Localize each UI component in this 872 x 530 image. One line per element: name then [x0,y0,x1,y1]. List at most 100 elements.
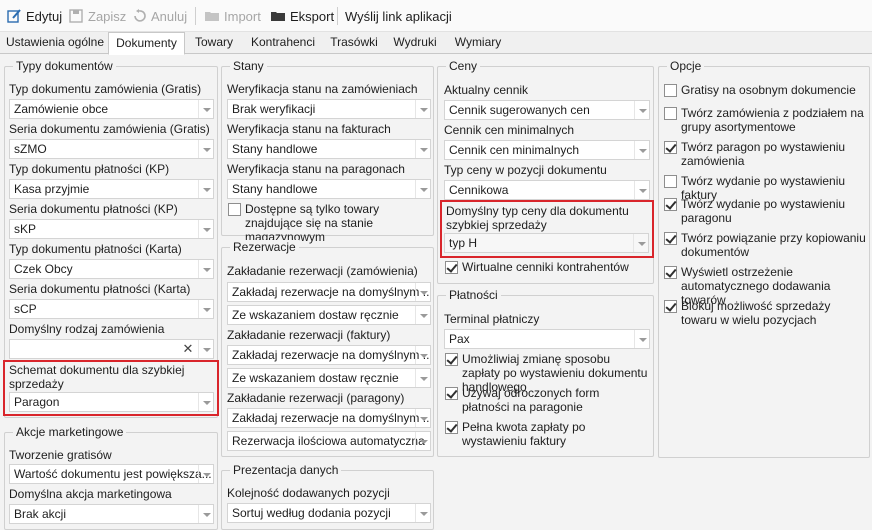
option-auto-add-warning-checkbox[interactable] [664,266,677,279]
chevron-down-icon [415,432,430,450]
stock-receipts-label: Weryfikacja stanu na paragonach [227,162,405,176]
default-order-kind-label: Domyślny rodzaj zamówienia [9,322,165,336]
order-type-label: Typ dokumentu zamówienia (Gratis) [9,82,202,96]
kp-series-select[interactable]: sKP [9,219,214,239]
stock-invoices-select[interactable]: Stany handlowe [227,139,431,159]
chevron-down-icon [415,180,430,198]
cancel-button[interactable]: Anuluj [131,0,187,32]
full-amount-label: Pełna kwota zapłaty po wystawieniu faktu… [462,420,586,448]
option-block-multiple-checkbox[interactable] [664,300,677,313]
card-type-label: Typ dokumentu płatności (Karta) [9,242,182,256]
group-title: Rezerwacje [230,240,299,254]
tab-dimensions[interactable]: Wymiary [448,32,508,54]
card-type-select[interactable]: Czek Obcy [9,259,214,279]
option-receipt-after-order-checkbox[interactable] [664,141,677,154]
toolbar: Edytuj Zapisz Anuluj Import Eksport Wyśl… [0,0,872,32]
minimal-pricelist-label: Cennik cen minimalnych [444,123,575,137]
card-series-select[interactable]: sCP [9,299,214,319]
edit-icon [6,8,22,24]
chevron-down-icon [198,180,213,198]
option-issue-after-invoice-checkbox[interactable] [664,175,677,188]
res-receipts-label: Zakładanie rezerwacji (paragony) [227,391,405,405]
quick-sale-price-type-select[interactable]: typ H [444,233,649,253]
chevron-down-icon [415,306,430,324]
tab-general[interactable]: Ustawienia ogólne [4,32,106,54]
reservations-group: Rezerwacje Zakładanie rezerwacji (zamówi… [221,240,434,457]
tab-printouts[interactable]: Wydruki [390,32,440,54]
default-order-kind-select[interactable]: ✕ [9,339,214,359]
group-title: Opcje [667,59,705,73]
option-issue-after-receipt-checkbox[interactable] [664,198,677,211]
folder-export-icon [270,8,286,24]
kp-type-select[interactable]: Kasa przyjmie [9,179,214,199]
order-type-select[interactable]: Zamówienie obce [9,99,214,119]
option-split-groups-label: Twórz zamówienia z podziałem na grupy as… [681,106,864,134]
options-group: Opcje Gratisy na osobnym dokumencie Twór… [658,59,870,458]
quick-sale-scheme-select[interactable]: Paragon [9,392,214,412]
tab-routes[interactable]: Trasówki [326,32,382,54]
positions-order-label: Kolejność dodawanych pozycji [227,486,390,500]
tab-bar: Ustawienia ogólne Dokumenty Towary Kontr… [0,32,872,55]
position-price-type-select[interactable]: Cennikowa [444,180,650,200]
terminal-select[interactable]: Pax [444,329,650,349]
export-button[interactable]: Eksport [270,0,334,32]
toolbar-divider [195,7,196,25]
stock-orders-label: Weryfikacja stanu na zamówieniach [227,82,418,96]
kp-type-label: Typ dokumentu płatności (KP) [9,162,170,176]
send-link-button[interactable]: Wyślij link aplikacji [345,0,452,32]
save-button[interactable]: Zapisz [68,0,126,32]
tab-documents[interactable]: Dokumenty [108,32,185,55]
stock-receipts-select[interactable]: Stany handlowe [227,179,431,199]
chevron-down-icon [415,369,430,387]
option-copy-link-checkbox[interactable] [664,232,677,245]
chevron-down-icon [198,140,213,158]
free-creation-select[interactable]: Wartość dokumentu jest powiększa... [9,464,214,484]
stock-orders-select[interactable]: Brak weryfikacji [227,99,431,119]
order-series-select[interactable]: sZMO [9,139,214,159]
chevron-down-icon [415,346,430,364]
tab-contractors[interactable]: Kontrahenci [248,32,318,54]
current-pricelist-select[interactable]: Cennik sugerowanych cen [444,100,650,120]
stock-group: Stany Weryfikacja stanu na zamówieniach … [221,59,434,244]
res-receipts-select[interactable]: Zakładaj rezerwacje na domyślnym ... [227,408,431,428]
current-pricelist-label: Aktualny cennik [444,83,529,97]
tab-products[interactable]: Towary [188,32,240,54]
option-free-separate-checkbox[interactable] [664,84,677,97]
chevron-down-icon [415,283,430,301]
res-invoices-select[interactable]: Zakładaj rezerwacje na domyślnym ... [227,345,431,365]
default-action-select[interactable]: Brak akcji [9,504,214,524]
chevron-down-icon [415,140,430,158]
kp-series-label: Seria dokumentu płatności (KP) [9,202,178,216]
chevron-down-icon [634,181,649,199]
full-amount-checkbox[interactable] [445,421,458,434]
option-split-groups-checkbox[interactable] [664,107,677,120]
virtual-pricelists-checkbox[interactable] [445,261,458,274]
res-orders-select[interactable]: Zakładaj rezerwacje na domyślnym ... [227,282,431,302]
deferred-payment-checkbox[interactable] [445,387,458,400]
chevron-down-icon [198,340,213,358]
res-orders-delivery-select[interactable]: Ze wskazaniem dostaw ręcznie [227,305,431,325]
positions-order-select[interactable]: Sortuj według dodania pozycji [227,503,431,523]
clear-icon[interactable]: ✕ [180,340,196,358]
payments-group: Płatności Terminal płatniczy Pax Umożliw… [437,288,654,457]
chevron-down-icon [198,260,213,278]
available-only-checkbox[interactable] [228,203,241,216]
res-receipts-delivery-select[interactable]: Rezerwacja ilościowa automatyczna [227,431,431,451]
chevron-down-icon [198,465,213,483]
chevron-down-icon [198,100,213,118]
edit-button[interactable]: Edytuj [6,0,62,32]
res-invoices-delivery-select[interactable]: Ze wskazaniem dostaw ręcznie [227,368,431,388]
chevron-down-icon [198,220,213,238]
option-issue-after-receipt-label: Twórz wydanie po wystawieniu paragonu [681,197,846,225]
import-button[interactable]: Import [204,0,261,32]
quick-sale-scheme-label: Schemat dokumentu dla szybkiej sprzedaży [9,363,185,391]
chevron-down-icon [415,100,430,118]
undo-icon [131,8,147,24]
group-title: Akcje marketingowe [13,425,127,439]
group-title: Płatności [446,288,501,302]
chevron-down-icon [634,101,649,119]
option-copy-link-label: Twórz powiązanie przy kopiowaniu dokumen… [681,231,866,259]
save-icon [68,8,84,24]
minimal-pricelist-select[interactable]: Cennik cen minimalnych [444,140,650,160]
change-payment-checkbox[interactable] [445,353,458,366]
